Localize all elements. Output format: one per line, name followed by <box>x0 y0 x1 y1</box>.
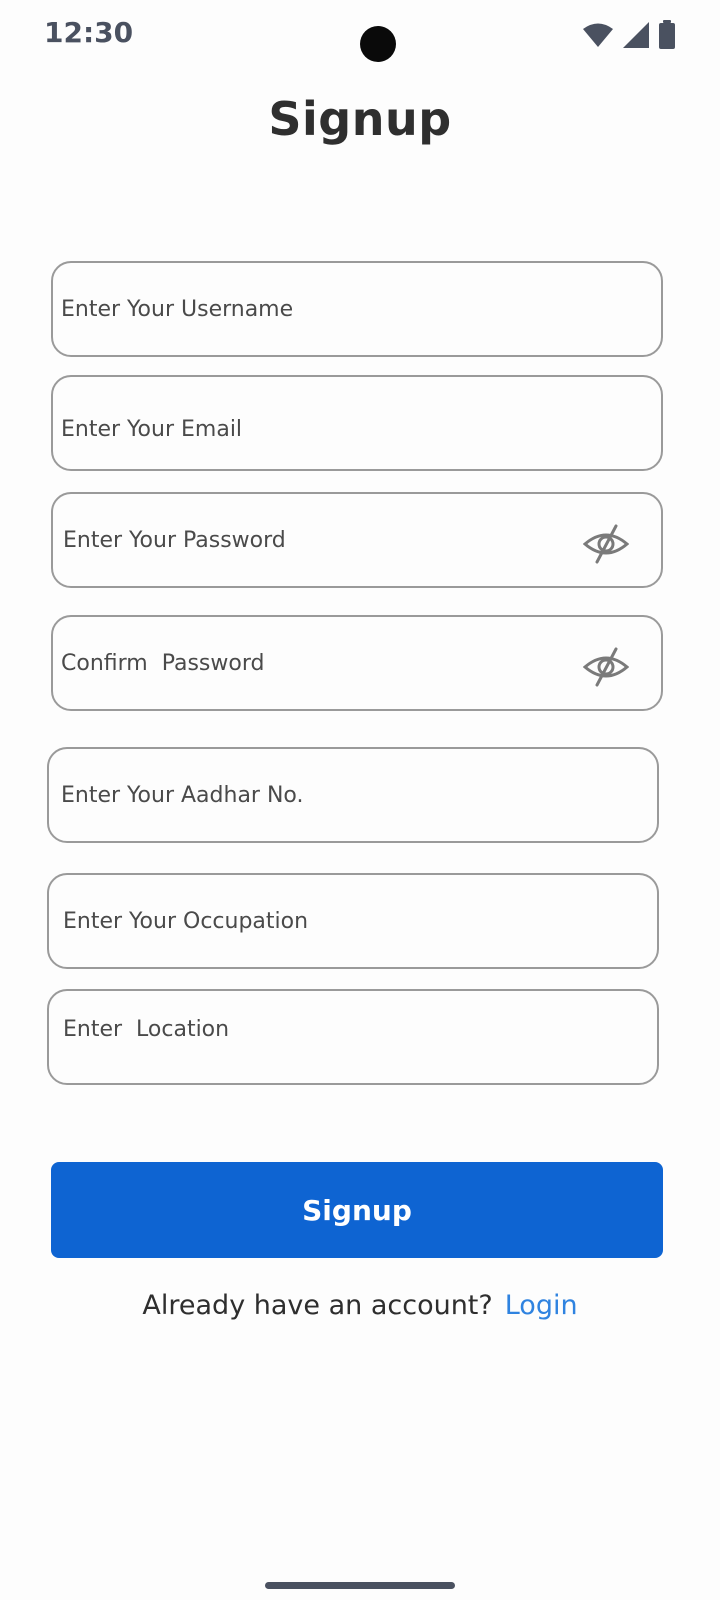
location-field[interactable] <box>47 983 659 1085</box>
location-input[interactable] <box>63 983 651 1075</box>
username-field[interactable] <box>51 261 663 357</box>
confirm-password-input[interactable] <box>61 617 581 709</box>
password-input[interactable] <box>63 494 583 586</box>
aadhar-field[interactable] <box>47 747 659 843</box>
eye-off-icon[interactable] <box>583 524 629 564</box>
password-field[interactable] <box>51 492 663 588</box>
aadhar-input[interactable] <box>61 749 649 841</box>
login-prompt-text: Already have an account? <box>142 1290 493 1321</box>
battery-icon <box>659 20 675 49</box>
eye-off-icon[interactable] <box>583 647 629 687</box>
front-camera <box>360 26 396 62</box>
email-input[interactable] <box>61 383 649 475</box>
home-indicator[interactable] <box>265 1582 455 1589</box>
status-icons <box>582 20 676 50</box>
signup-button[interactable]: Signup <box>51 1162 663 1258</box>
email-field[interactable] <box>51 375 663 475</box>
occupation-input[interactable] <box>63 875 651 967</box>
signal-icon <box>623 22 649 48</box>
wifi-icon <box>583 23 613 47</box>
login-prompt: Already have an account? Login <box>0 1290 720 1321</box>
status-time: 12:30 <box>44 16 134 49</box>
status-bar: 12:30 <box>0 0 720 70</box>
occupation-field[interactable] <box>47 873 659 969</box>
login-link[interactable]: Login <box>505 1290 578 1321</box>
confirm-password-field[interactable] <box>51 615 663 711</box>
page-title: Signup <box>268 92 452 146</box>
username-input[interactable] <box>61 263 649 355</box>
